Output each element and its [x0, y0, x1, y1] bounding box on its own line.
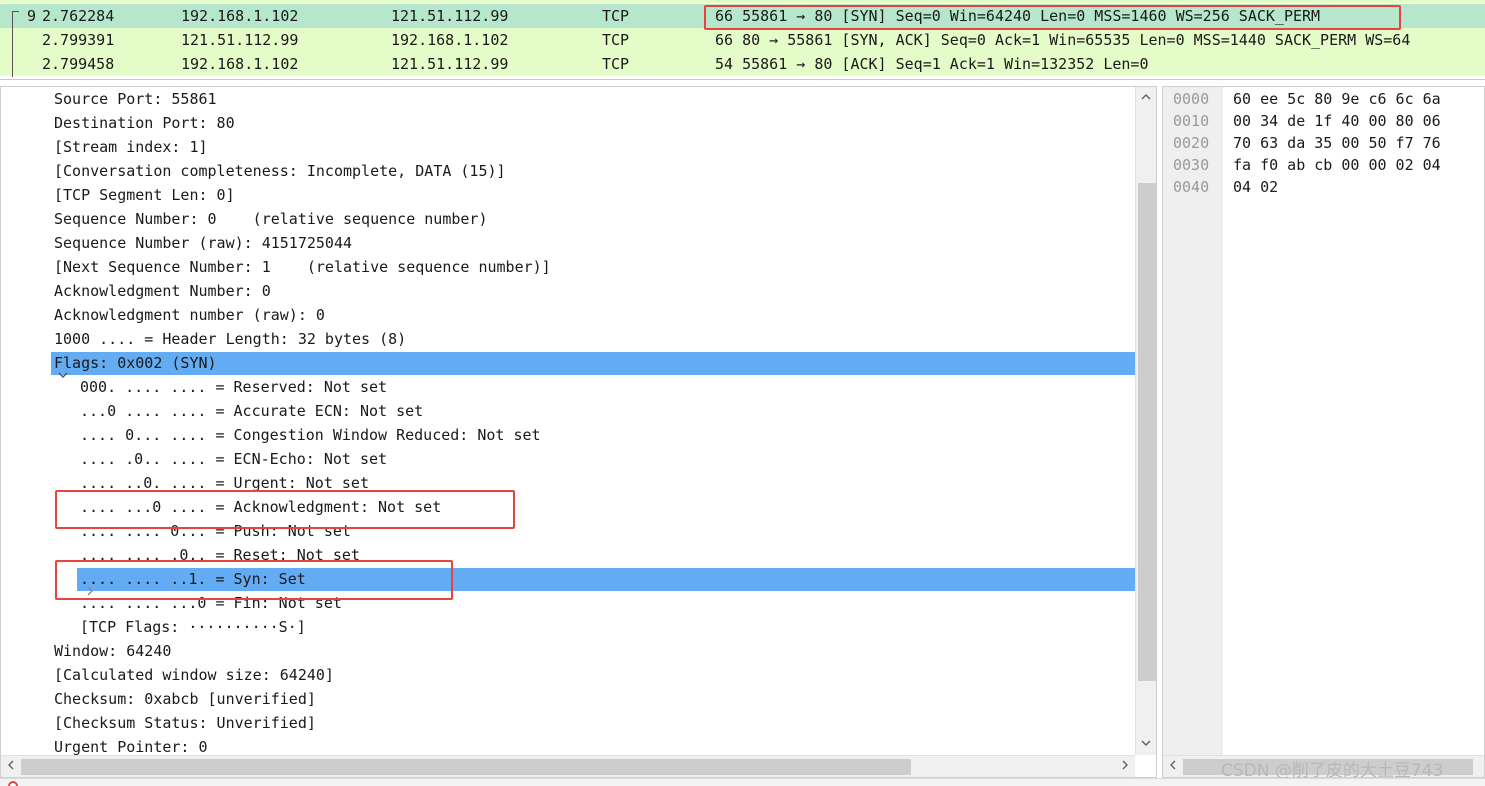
details-horizontal-scrollbar[interactable]: [1, 755, 1135, 777]
packet-info: 54 55861 → 80 [ACK] Seq=1 Ack=1 Win=1323…: [715, 55, 1149, 73]
detail-text: .... .... ..1. = Syn: Set: [80, 570, 306, 588]
packet-source: 192.168.1.102: [181, 7, 299, 25]
detail-flag-syn[interactable]: .... .... ..1. = Syn: Set: [1, 567, 306, 596]
packet-source: 121.51.112.99: [181, 31, 299, 49]
detail-text: ...0 .... .... = Accurate ECN: Not set: [80, 402, 424, 420]
packet-protocol: TCP: [602, 55, 630, 73]
detail-text: [TCP Segment Len: 0]: [54, 186, 235, 204]
packet-row[interactable]: 2.799458 192.168.1.102 121.51.112.99 TCP…: [0, 52, 1485, 76]
packet-info: 66 55861 → 80 [SYN] Seq=0 Win=64240 Len=…: [715, 7, 1321, 25]
packet-destination: 121.51.112.99: [391, 55, 509, 73]
scroll-up-icon[interactable]: [1136, 89, 1156, 107]
detail-text: Destination Port: 80: [54, 114, 235, 132]
byte-offset: 0000: [1173, 90, 1210, 108]
detail-text: Acknowledgment number (raw): 0: [54, 306, 325, 324]
byte-offset: 0030: [1173, 156, 1210, 174]
detail-text: [Checksum Status: Unverified]: [54, 714, 316, 732]
packet-time: 2.799458: [42, 55, 115, 73]
scroll-left-icon[interactable]: [1, 758, 21, 776]
conversation-bracket-start: [12, 11, 19, 12]
status-bar: [0, 778, 1485, 786]
details-vertical-scrollbar[interactable]: [1135, 87, 1156, 755]
detail-text: Sequence Number (raw): 4151725044: [54, 234, 353, 252]
detail-text: .... .... .0.. = Reset: Not set: [80, 546, 360, 564]
status-indicator-icon[interactable]: [8, 781, 18, 786]
detail-text: .... .... ...0 = Fin: Not set: [80, 594, 342, 612]
detail-text: 000. .... .... = Reserved: Not set: [80, 378, 388, 396]
scroll-left-icon[interactable]: [1163, 758, 1183, 776]
details-vertical-scroll-thumb[interactable]: [1138, 183, 1156, 681]
detail-text: Source Port: 55861: [54, 90, 217, 108]
packet-destination: 121.51.112.99: [391, 7, 509, 25]
byte-offset: 0040: [1173, 178, 1210, 196]
conversation-bracket: [12, 11, 13, 77]
byte-hex[interactable]: 04 02: [1233, 176, 1278, 198]
packet-row-partial[interactable]: [0, 0, 1485, 3]
packet-destination: 192.168.1.102: [391, 31, 509, 49]
details-horizontal-scroll-thumb[interactable]: [21, 759, 911, 775]
packet-time: 2.799391: [42, 31, 115, 49]
packet-protocol: TCP: [602, 7, 630, 25]
detail-text: .... .0.. .... = ECN-Echo: Not set: [80, 450, 388, 468]
detail-text: .... ...0 .... = Acknowledgment: Not set: [80, 498, 442, 516]
packet-row-selected[interactable]: 9 2.762284 192.168.1.102 121.51.112.99 T…: [0, 4, 1485, 28]
packet-details-pane[interactable]: Source Port: 55861 Destination Port: 80 …: [0, 86, 1157, 778]
detail-text: [TCP Flags: ··········S·]: [80, 618, 306, 636]
packet-bytes-pane[interactable]: 0000 60 ee 5c 80 9e c6 6c 6a 0010 00 34 …: [1162, 86, 1485, 778]
chevron-down-icon[interactable]: [32, 357, 68, 378]
packet-source: 192.168.1.102: [181, 55, 299, 73]
packet-info: 66 80 → 55861 [SYN, ACK] Seq=0 Ack=1 Win…: [715, 31, 1411, 49]
detail-text: [Calculated window size: 64240]: [54, 666, 334, 684]
detail-text: Acknowledgment Number: 0: [54, 282, 271, 300]
byte-offset: 0010: [1173, 112, 1210, 130]
detail-text: Sequence Number: 0 (relative sequence nu…: [54, 210, 488, 228]
scroll-right-icon[interactable]: [1115, 758, 1135, 776]
detail-text: .... .... 0... = Push: Not set: [80, 522, 351, 540]
byte-hex[interactable]: 00 34 de 1f 40 00 80 06: [1233, 110, 1441, 132]
detail-field-flags[interactable]: Flags: 0x002 (SYN): [1, 351, 217, 378]
byte-hex[interactable]: 70 63 da 35 00 50 f7 76: [1233, 132, 1441, 154]
byte-offset: 0020: [1173, 134, 1210, 152]
detail-text: Flags: 0x002 (SYN): [54, 354, 217, 372]
detail-text: [Conversation completeness: Incomplete, …: [54, 162, 506, 180]
scroll-down-icon[interactable]: [1136, 735, 1156, 753]
detail-text: .... ..0. .... = Urgent: Not set: [80, 474, 369, 492]
byte-hex[interactable]: 60 ee 5c 80 9e c6 6c 6a: [1233, 88, 1441, 110]
packet-list[interactable]: 9 2.762284 192.168.1.102 121.51.112.99 T…: [0, 0, 1485, 80]
packet-protocol: TCP: [602, 31, 630, 49]
packet-number: 9: [26, 7, 36, 25]
detail-text: Checksum: 0xabcb [unverified]: [54, 690, 316, 708]
chevron-right-icon[interactable]: [59, 573, 93, 596]
detail-text: 1000 .... = Header Length: 32 bytes (8): [54, 330, 407, 348]
detail-text: [Next Sequence Number: 1 (relative seque…: [54, 258, 551, 276]
detail-text: [Stream index: 1]: [54, 138, 208, 156]
detail-text: .... 0... .... = Congestion Window Reduc…: [80, 426, 541, 444]
detail-text: Window: 64240: [54, 642, 172, 660]
byte-hex[interactable]: fa f0 ab cb 00 00 02 04: [1233, 154, 1441, 176]
packet-row[interactable]: 2.799391 121.51.112.99 192.168.1.102 TCP…: [0, 28, 1485, 52]
packet-time: 2.762284: [42, 7, 115, 25]
